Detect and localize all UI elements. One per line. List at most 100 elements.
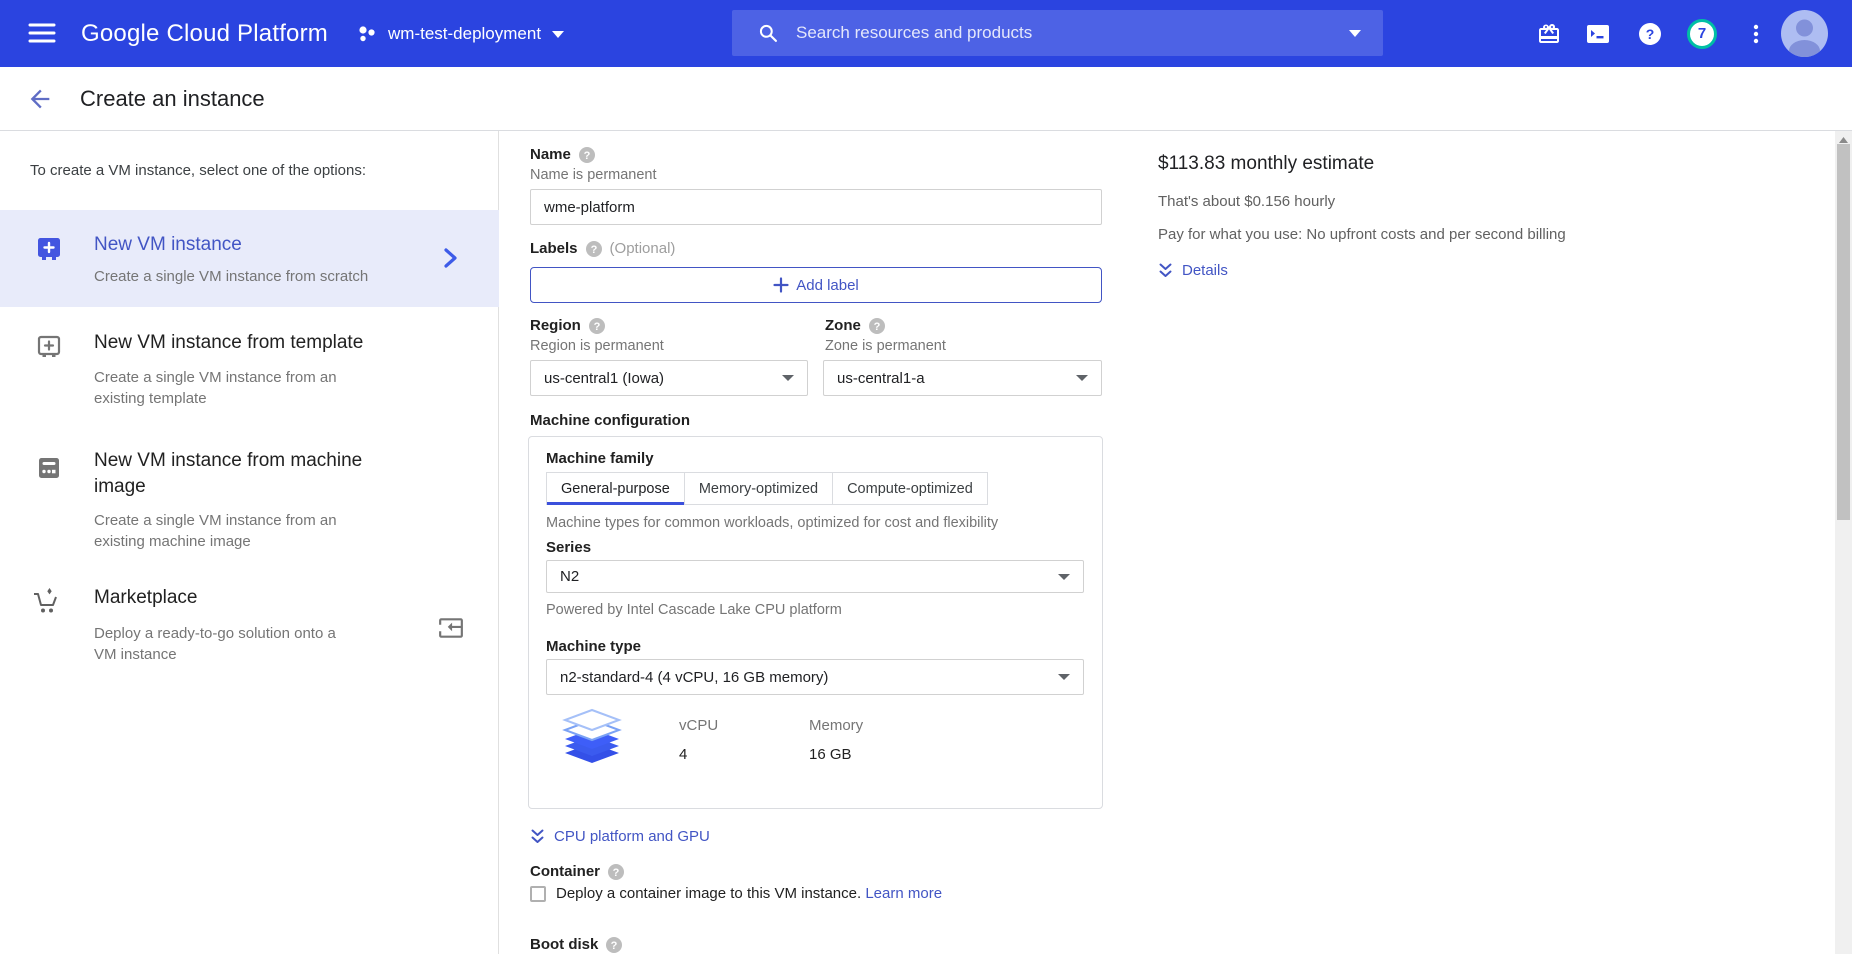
optional-tag: (Optional) [610,240,676,257]
question-help-icon[interactable]: ? [579,147,595,163]
dropdown-caret-icon [1058,674,1070,680]
tab-memory-optimized[interactable]: Memory-optimized [685,472,833,505]
search-input[interactable] [796,23,1349,43]
machine-family-description: Machine types for common workloads, opti… [546,515,998,531]
option-title: Marketplace [94,585,198,611]
question-help-icon[interactable]: ? [606,937,622,953]
menu-icon[interactable] [28,21,56,45]
zone-field-label: Zone ? [825,317,885,334]
region-field-label: Region ? [530,317,605,334]
vcpu-value: 4 [679,746,718,763]
question-help-icon[interactable]: ? [869,318,885,334]
help-icon[interactable]: ? [1630,0,1670,67]
machine-type-label: Machine type [546,638,641,655]
search-dropdown-caret-icon[interactable] [1349,30,1361,37]
add-vm-icon [36,236,62,262]
chevron-right-icon [441,246,459,270]
more-vert-icon[interactable] [1736,0,1776,67]
back-arrow-icon[interactable] [26,85,54,113]
name-field-label: Name ? [530,146,595,163]
name-field-helper: Name is permanent [530,167,657,183]
exit-to-app-icon[interactable] [438,615,464,641]
question-help-icon[interactable]: ? [608,864,624,880]
expand-double-chevron-icon [1158,262,1173,279]
memory-value: 16 GB [809,746,863,763]
tab-compute-optimized[interactable]: Compute-optimized [833,472,988,505]
billing-note: Pay for what you use: No upfront costs a… [1158,226,1566,243]
topbar: Google Cloud Platform wm-test-deployment… [0,0,1852,67]
dropdown-caret-icon [782,375,794,381]
page-header: Create an instance [0,67,1852,131]
region-select[interactable]: us-central1 (Iowa) [530,360,808,396]
add-label-button[interactable]: Add label [530,267,1102,303]
machine-image-icon [36,455,62,481]
option-title: New VM instance from template [94,330,363,356]
monthly-estimate-title: $113.83 monthly estimate [1158,153,1374,175]
notification-count: 7 [1698,25,1706,42]
create-options-sidebar: To create a VM instance, select one of t… [0,131,499,954]
container-field-label: Container ? [530,863,624,880]
expand-double-chevron-icon [530,828,545,845]
option-description: Deploy a ready-to-go solution onto a VM … [94,623,354,665]
memory-spec: Memory 16 GB [809,717,863,763]
learn-more-link[interactable]: Learn more [865,885,942,902]
plus-icon [773,277,789,293]
cloud-shell-icon[interactable] [1578,0,1618,67]
option-description: Create a single VM instance from an exis… [94,510,344,552]
hourly-estimate: That's about $0.156 hourly [1158,193,1335,210]
page-title: Create an instance [80,67,265,131]
dropdown-caret-icon [1076,375,1088,381]
sidebar-item-new-vm-instance[interactable]: New VM instance Create a single VM insta… [0,210,499,307]
deploy-container-checkbox[interactable] [530,886,546,902]
layers-icon [559,707,625,769]
zone-select[interactable]: us-central1-a [823,360,1102,396]
template-vm-icon [36,334,62,360]
name-input[interactable] [530,189,1102,225]
estimate-details-link[interactable]: Details [1158,262,1228,279]
machine-family-label: Machine family [546,450,654,467]
svg-text:?: ? [1646,26,1655,42]
tab-general-purpose[interactable]: General-purpose [546,472,685,505]
option-title: New VM instance from machine image [94,448,394,500]
option-title: New VM instance [94,232,242,258]
machine-type-select[interactable]: n2-standard-4 (4 vCPU, 16 GB memory) [546,659,1084,695]
svg-text:?: ? [593,321,600,333]
machine-family-tabs: General-purpose Memory-optimized Compute… [546,472,988,505]
series-select[interactable]: N2 [546,560,1084,593]
sidebar-item-new-vm-from-machine-image[interactable]: New VM instance from machine image Creat… [0,442,499,567]
svg-text:?: ? [583,150,590,162]
sidebar-item-new-vm-from-template[interactable]: New VM instance from template Create a s… [0,325,499,435]
gcp-logo[interactable]: Google Cloud Platform [81,0,328,67]
vcpu-label: vCPU [679,717,718,734]
boot-disk-label: Boot disk ? [530,936,622,953]
option-description: Create a single VM instance from scratch [94,266,368,287]
chevron-down-icon [552,31,564,38]
project-switcher-icon [358,24,377,44]
labels-field-label: Labels ? (Optional) [530,240,675,257]
sidebar-item-marketplace[interactable]: Marketplace Deploy a ready-to-go solutio… [0,577,499,687]
zone-field-helper: Zone is permanent [825,338,946,354]
marketplace-cart-icon [30,585,62,617]
vertical-scrollbar[interactable] [1835,131,1852,954]
search-bar [732,10,1383,56]
svg-text:?: ? [611,940,618,952]
search-icon [758,23,778,43]
series-helper: Powered by Intel Cascade Lake CPU platfo… [546,602,842,618]
cpu-platform-gpu-link[interactable]: CPU platform and GPU [530,828,710,845]
vcpu-spec: vCPU 4 [679,717,718,763]
memory-label: Memory [809,717,863,734]
svg-text:?: ? [873,321,880,333]
project-selector[interactable]: wm-test-deployment [358,14,564,54]
create-instance-page: Google Cloud Platform wm-test-deployment… [0,0,1852,954]
question-help-icon[interactable]: ? [589,318,605,334]
machine-configuration-title: Machine configuration [530,412,690,429]
deploy-container-text: Deploy a container image to this VM inst… [556,885,942,902]
notifications-badge[interactable]: 7 [1682,0,1722,67]
question-help-icon[interactable]: ? [586,241,602,257]
gift-icon[interactable] [1529,0,1569,67]
avatar[interactable] [1781,10,1828,57]
series-label: Series [546,539,591,556]
machine-configuration-card: Machine family General-purpose Memory-op… [528,436,1103,809]
project-name: wm-test-deployment [388,24,541,44]
scrollbar-thumb[interactable] [1837,144,1850,520]
